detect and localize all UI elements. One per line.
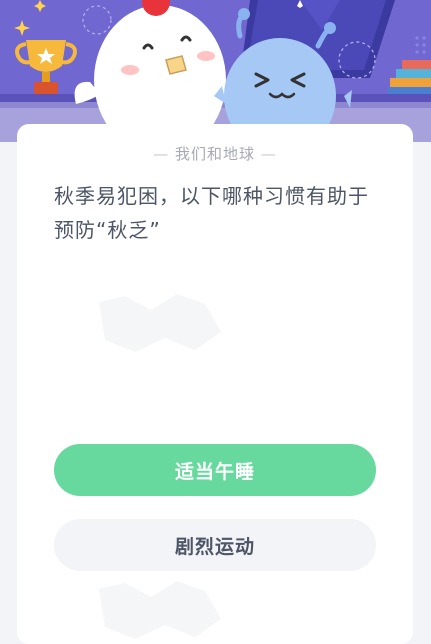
watermark-logo bbox=[99, 294, 221, 352]
hero-banner bbox=[0, 0, 431, 142]
question-text: 秋季易犯困，以下哪种习惯有助于预防“秋乏” bbox=[54, 184, 369, 242]
category-dash-right: — bbox=[260, 145, 277, 163]
hero-illustration bbox=[0, 0, 431, 142]
category-label: — 我们和地球 — bbox=[17, 143, 413, 164]
watermark-logo-bottom bbox=[99, 581, 221, 639]
category-text: 我们和地球 bbox=[174, 145, 255, 163]
question-card: — 我们和地球 — 秋季易犯困，以下哪种习惯有助于预防“秋乏” 适当午睡 剧烈运… bbox=[17, 124, 413, 644]
category-dash-left: — bbox=[153, 145, 170, 163]
option-nap[interactable]: 适当午睡 bbox=[54, 444, 376, 496]
option-exercise[interactable]: 剧烈运动 bbox=[54, 519, 376, 571]
